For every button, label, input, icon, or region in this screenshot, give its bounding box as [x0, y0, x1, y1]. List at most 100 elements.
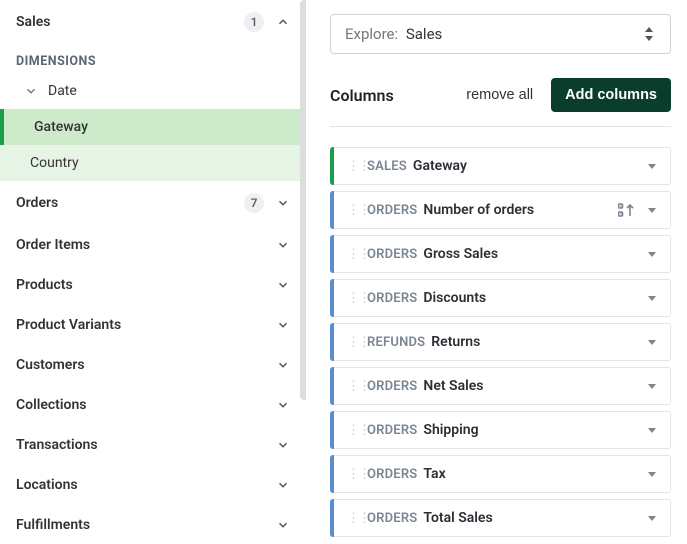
caret-down-icon[interactable]	[646, 204, 658, 216]
sidebar-badge: 7	[244, 193, 264, 213]
select-caret-icon	[642, 27, 656, 41]
sidebar-section-sales[interactable]: Sales 1	[0, 0, 306, 44]
chevron-down-icon	[276, 478, 290, 492]
sidebar-section-label: Order Items	[16, 237, 90, 253]
chevron-down-icon	[276, 518, 290, 532]
column-row[interactable]: ORDERSTax	[330, 455, 671, 493]
column-category: ORDERS	[367, 467, 417, 482]
sidebar-section-product-variants[interactable]: Product Variants	[0, 305, 306, 345]
sidebar-section-label: Sales	[16, 14, 50, 30]
column-actions	[646, 248, 658, 260]
column-color-bar	[330, 147, 334, 185]
columns-title: Columns	[330, 86, 394, 105]
drag-handle-icon[interactable]	[347, 334, 357, 350]
sidebar-section-customers[interactable]: Customers	[0, 345, 306, 385]
explore-prefix: Explore:	[345, 25, 398, 43]
column-actions	[646, 292, 658, 304]
caret-down-icon[interactable]	[646, 248, 658, 260]
columns-list: SALESGatewayORDERSNumber of orders09ORDE…	[330, 147, 671, 537]
column-category: ORDERS	[367, 379, 417, 394]
explore-value: Sales	[406, 25, 442, 43]
column-row[interactable]: ORDERS Gross Sales	[330, 235, 671, 273]
drag-handle-icon[interactable]	[347, 202, 357, 218]
caret-down-icon[interactable]	[646, 424, 658, 436]
column-row[interactable]: SALESGateway	[330, 147, 671, 185]
column-color-bar	[330, 235, 334, 273]
column-row[interactable]: ORDERS Discounts	[330, 279, 671, 317]
column-category: ORDERS	[367, 247, 417, 262]
sidebar-badge: 1	[244, 12, 264, 32]
sidebar-section-collections[interactable]: Collections	[0, 385, 306, 425]
column-actions	[646, 336, 658, 348]
column-category: ORDERS	[367, 203, 417, 218]
column-category: REFUNDS	[367, 335, 425, 350]
column-row[interactable]: ORDERSShipping	[330, 411, 671, 449]
sidebar-section-label: Fulfillments	[16, 517, 90, 533]
sidebar: Sales 1 DIMENSIONS Date Gateway Country …	[0, 0, 306, 544]
scrollbar[interactable]	[300, 0, 306, 400]
drag-handle-icon[interactable]	[347, 422, 357, 438]
sidebar-section-label: Locations	[16, 477, 78, 493]
chevron-down-icon	[276, 398, 290, 412]
sidebar-section-label: Customers	[16, 357, 85, 373]
drag-handle-icon[interactable]	[347, 158, 357, 174]
caret-down-icon[interactable]	[646, 160, 658, 172]
dimension-label: Country	[30, 155, 79, 171]
dimensions-heading: DIMENSIONS	[0, 44, 306, 73]
sidebar-section-orders[interactable]: Orders 7	[0, 181, 306, 225]
column-actions	[646, 380, 658, 392]
remove-all-button[interactable]: remove all	[466, 87, 533, 103]
add-columns-button[interactable]: Add columns	[551, 78, 671, 112]
drag-handle-icon[interactable]	[347, 466, 357, 482]
caret-down-icon[interactable]	[646, 292, 658, 304]
column-color-bar	[330, 411, 334, 449]
dimension-item-date[interactable]: Date	[0, 73, 306, 109]
dimension-label: Gateway	[34, 119, 88, 135]
caret-down-icon[interactable]	[646, 468, 658, 480]
column-name: Gross Sales	[423, 246, 646, 262]
column-color-bar	[330, 279, 334, 317]
chevron-down-icon	[276, 278, 290, 292]
sidebar-section-label: Transactions	[16, 437, 98, 453]
explore-select[interactable]: Explore: Sales	[330, 14, 671, 54]
sidebar-section-locations[interactable]: Locations	[0, 465, 306, 505]
sidebar-section-fulfillments[interactable]: Fulfillments	[0, 505, 306, 544]
column-category: ORDERS	[367, 291, 417, 306]
column-row[interactable]: REFUNDSReturns	[330, 323, 671, 361]
column-color-bar	[330, 367, 334, 405]
sidebar-section-transactions[interactable]: Transactions	[0, 425, 306, 465]
chevron-down-icon	[276, 238, 290, 252]
column-name: Net Sales	[423, 378, 646, 394]
chevron-down-icon	[276, 358, 290, 372]
dimension-label: Date	[48, 83, 77, 99]
sidebar-section-label: Product Variants	[16, 317, 121, 333]
sort-asc-icon[interactable]: 09	[618, 203, 636, 217]
main-panel: Explore: Sales Columns remove all Add co…	[306, 0, 687, 544]
column-name: Gateway	[413, 158, 646, 174]
column-row[interactable]: ORDERSTotal Sales	[330, 499, 671, 537]
column-row[interactable]: ORDERS Net Sales	[330, 367, 671, 405]
column-actions	[646, 512, 658, 524]
column-color-bar	[330, 323, 334, 361]
chevron-up-icon	[276, 15, 290, 29]
drag-handle-icon[interactable]	[347, 510, 357, 526]
column-row[interactable]: ORDERSNumber of orders09	[330, 191, 671, 229]
drag-handle-icon[interactable]	[347, 378, 357, 394]
caret-down-icon[interactable]	[646, 380, 658, 392]
chevron-down-icon	[276, 438, 290, 452]
columns-header: Columns remove all Add columns	[330, 78, 671, 112]
column-name: Discounts	[423, 290, 646, 306]
sidebar-section-label: Collections	[16, 397, 86, 413]
drag-handle-icon[interactable]	[347, 246, 357, 262]
dimension-item-gateway[interactable]: Gateway	[0, 109, 306, 145]
caret-down-icon[interactable]	[646, 336, 658, 348]
sidebar-section-label: Orders	[16, 195, 58, 211]
sidebar-section-order-items[interactable]: Order Items	[0, 225, 306, 265]
column-category: ORDERS	[367, 423, 417, 438]
sidebar-section-products[interactable]: Products	[0, 265, 306, 305]
chevron-down-icon	[276, 196, 290, 210]
caret-down-icon[interactable]	[646, 512, 658, 524]
dimension-item-country[interactable]: Country	[0, 145, 306, 181]
drag-handle-icon[interactable]	[347, 290, 357, 306]
chevron-down-icon	[276, 318, 290, 332]
